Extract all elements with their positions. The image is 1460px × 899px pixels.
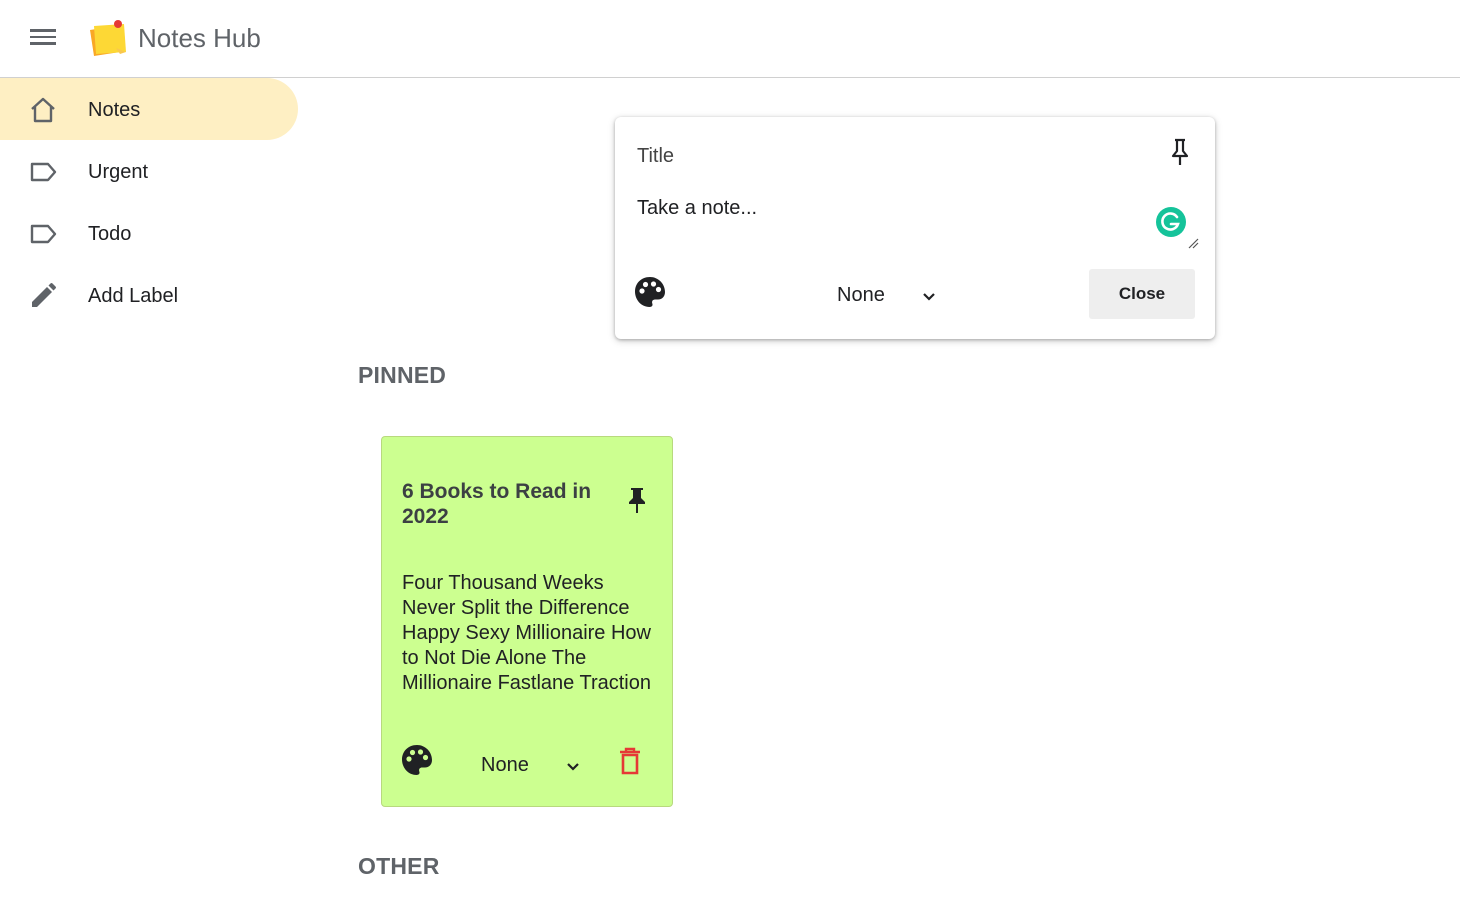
note-title: 6 Books to Read in 2022: [402, 480, 592, 528]
close-button[interactable]: Close: [1089, 269, 1195, 319]
note-composer: None Close: [615, 117, 1215, 339]
note-body-input[interactable]: [637, 197, 1197, 249]
label-select[interactable]: None: [481, 751, 585, 779]
app-title: Notes Hub: [138, 23, 261, 53]
note-card[interactable]: 6 Books to Read in 2022 Four Thousand We…: [381, 436, 673, 807]
sidebar-item-urgent[interactable]: Urgent: [0, 140, 298, 202]
label-select-value: None: [837, 284, 885, 306]
sidebar-item-label: Todo: [88, 223, 132, 245]
palette-icon[interactable]: [633, 275, 667, 309]
trash-icon[interactable]: [618, 747, 642, 775]
sidebar-item-todo[interactable]: Todo: [0, 202, 298, 264]
note-title-input[interactable]: [637, 143, 1137, 169]
sidebar: Notes Urgent Todo Add Label: [0, 78, 300, 326]
label-select[interactable]: None: [837, 281, 947, 309]
sidebar-item-label: Urgent: [88, 161, 149, 183]
pin-outline-icon[interactable]: [1167, 137, 1193, 167]
other-heading: OTHER: [358, 853, 440, 879]
home-icon: [31, 97, 55, 123]
resize-handle-icon[interactable]: [1187, 237, 1199, 249]
menu-icon[interactable]: [30, 27, 56, 49]
sidebar-item-label: Add Label: [88, 285, 179, 307]
chevron-down-icon: [567, 763, 579, 771]
chevron-down-icon: [923, 293, 935, 301]
label-icon: [30, 162, 57, 182]
note-body: Four Thousand Weeks Never Split the Diff…: [402, 572, 651, 694]
grammarly-icon[interactable]: [1156, 207, 1186, 237]
pin-icon[interactable]: [626, 486, 648, 514]
sidebar-item-label: Notes: [88, 99, 141, 121]
pencil-icon: [32, 283, 56, 307]
label-icon: [30, 224, 57, 244]
sticky-note-logo: [90, 20, 126, 56]
palette-icon[interactable]: [400, 743, 434, 777]
sidebar-item-notes[interactable]: Notes: [0, 78, 298, 140]
pinned-heading: PINNED: [358, 362, 447, 388]
label-select-value: None: [481, 754, 529, 776]
app-header: Notes Hub: [0, 0, 1460, 78]
sidebar-item-add-label[interactable]: Add Label: [0, 264, 298, 326]
